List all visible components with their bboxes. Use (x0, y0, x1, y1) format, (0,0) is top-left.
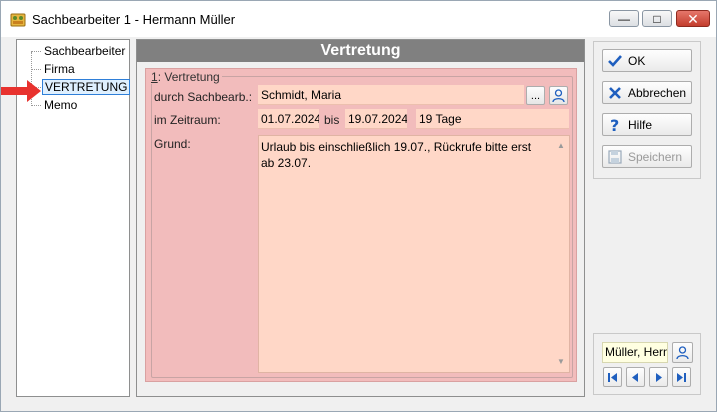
group-title-text: : Vertretung (157, 70, 220, 84)
label-grund: Grund: (154, 137, 191, 151)
lookup-button[interactable]: ... (526, 86, 545, 105)
select-person-button[interactable] (672, 342, 693, 363)
person-icon (552, 89, 565, 103)
maximize-icon: □ (653, 11, 661, 26)
grund-text: Urlaub bis einschließlich 19.07., Rückru… (261, 140, 532, 170)
minimize-icon: — (618, 11, 630, 26)
last-record-button[interactable] (672, 367, 691, 387)
group-title: 1: Vertretung (150, 70, 222, 84)
tree-item-sachbearbeiter[interactable]: Sachbearbeiter (31, 43, 127, 59)
tree-item-label: Firma (44, 62, 75, 76)
speichern-label: Speichern (628, 149, 683, 164)
speichern-button[interactable]: Speichern (602, 145, 692, 168)
hilfe-button[interactable]: ? Hilfe (602, 113, 692, 136)
window-title: Sachbearbeiter 1 - Hermann Müller (32, 12, 236, 27)
tree-item-firma[interactable]: Firma (31, 61, 77, 77)
first-record-icon (608, 372, 617, 382)
group-title-number: 1 (151, 70, 158, 84)
tree-item-label: Memo (44, 98, 78, 112)
grund-textarea[interactable]: Urlaub bis einschließlich 19.07., Rückru… (258, 135, 570, 373)
close-button[interactable]: ✕ (676, 10, 710, 27)
save-icon (608, 149, 622, 164)
ok-button[interactable]: OK (602, 49, 692, 72)
title-bar[interactable]: Sachbearbeiter 1 - Hermann Müller — □ ✕ (1, 1, 716, 37)
panel-header: Vertretung (137, 40, 584, 62)
next-record-button[interactable] (649, 367, 668, 387)
tree-item-vertretung[interactable]: VERTRETUNG (31, 79, 131, 95)
tree-connector (31, 68, 41, 70)
tree-item-label: VERTRETUNG (42, 79, 131, 95)
checkmark-icon (608, 54, 622, 67)
tree-item-label: Sachbearbeiter (44, 44, 126, 58)
sachbearbeiter-field[interactable]: Schmidt, Maria (258, 85, 524, 105)
help-icon: ? (610, 117, 619, 133)
minimize-button[interactable]: — (609, 10, 639, 27)
ok-label: OK (628, 53, 646, 68)
date-from-field[interactable]: 01.07.2024 (258, 109, 319, 129)
hilfe-label: Hilfe (628, 117, 653, 132)
scroll-up-icon[interactable]: ▲ (557, 138, 565, 154)
main-panel: Vertretung 1: Vertretung durch Sachbearb… (136, 39, 585, 397)
previous-record-icon (632, 372, 638, 382)
close-icon: ✕ (687, 10, 699, 27)
maximize-button[interactable]: □ (642, 10, 672, 27)
date-to-field[interactable]: 19.07.2024 (345, 109, 407, 129)
app-icon (10, 13, 26, 27)
action-panel: OK Abbrechen ? Hilfe Speichern (593, 41, 701, 179)
label-zeitraum: im Zeitraum: (154, 113, 221, 127)
vertical-scrollbar[interactable]: ▲ ▼ (554, 136, 569, 372)
label-bis: bis (324, 113, 340, 127)
cancel-icon (609, 86, 621, 99)
scroll-down-icon[interactable]: ▼ (557, 354, 565, 370)
tree-connector (31, 104, 41, 106)
last-record-icon (677, 372, 686, 382)
person-button[interactable] (549, 86, 568, 105)
next-record-icon (656, 372, 662, 382)
tree-connector (31, 50, 41, 52)
duration-field: 19 Tage (416, 109, 569, 129)
first-record-button[interactable] (603, 367, 622, 387)
label-durch-sachbearbeiter: durch Sachbearb.: (154, 90, 253, 104)
application-window: Sachbearbeiter 1 - Hermann Müller — □ ✕ … (0, 0, 717, 412)
svg-text:?: ? (610, 117, 619, 133)
person-icon (676, 346, 689, 360)
abbrechen-button[interactable]: Abbrechen (602, 81, 692, 104)
abbrechen-label: Abbrechen (628, 85, 687, 100)
pointer-arrow-icon (1, 80, 41, 102)
record-navigator: Müller, Hermann (593, 333, 701, 395)
previous-record-button[interactable] (626, 367, 645, 387)
current-record-field: Müller, Hermann (602, 342, 668, 363)
